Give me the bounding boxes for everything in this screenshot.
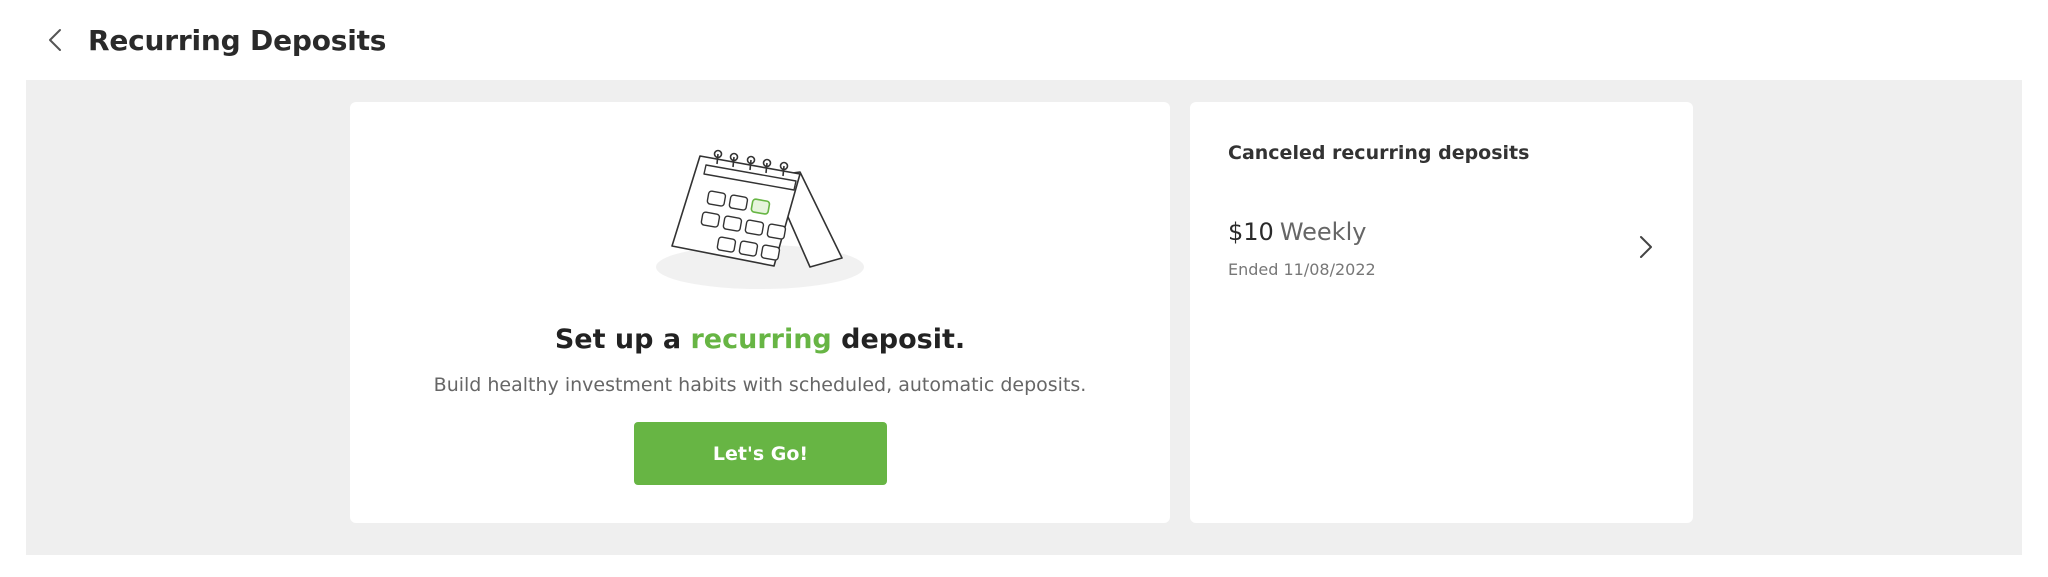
- setup-heading: Set up a recurring deposit.: [350, 324, 1170, 355]
- deposit-ended-date: Ended 11/08/2022: [1228, 260, 1376, 279]
- lets-go-button[interactable]: Let's Go!: [634, 422, 887, 485]
- canceled-deposits-title: Canceled recurring deposits: [1228, 142, 1530, 164]
- canceled-deposit-item[interactable]: $10 Weekly Ended 11/08/2022: [1190, 210, 1693, 290]
- setup-subtitle: Build healthy investment habits with sch…: [433, 374, 1087, 396]
- heading-prefix: Set up a: [554, 324, 691, 355]
- deposit-amount-line: $10 Weekly: [1228, 218, 1366, 246]
- deposit-frequency: Weekly: [1279, 218, 1367, 246]
- content-area: Set up a recurring deposit. Build health…: [26, 80, 2022, 555]
- chevron-right-icon: [1640, 236, 1652, 258]
- heading-suffix: deposit.: [831, 324, 966, 355]
- heading-accent: recurring: [690, 324, 832, 355]
- setup-card: Set up a recurring deposit. Build health…: [350, 102, 1170, 523]
- back-button[interactable]: [40, 25, 70, 55]
- calendar-icon: [656, 149, 864, 289]
- deposit-amount: $10: [1228, 218, 1274, 246]
- chevron-left-icon: [49, 29, 61, 51]
- page-header: Recurring Deposits: [0, 0, 2048, 80]
- canceled-deposits-card: Canceled recurring deposits $10 Weekly En…: [1190, 102, 1693, 523]
- page-title: Recurring Deposits: [88, 23, 387, 57]
